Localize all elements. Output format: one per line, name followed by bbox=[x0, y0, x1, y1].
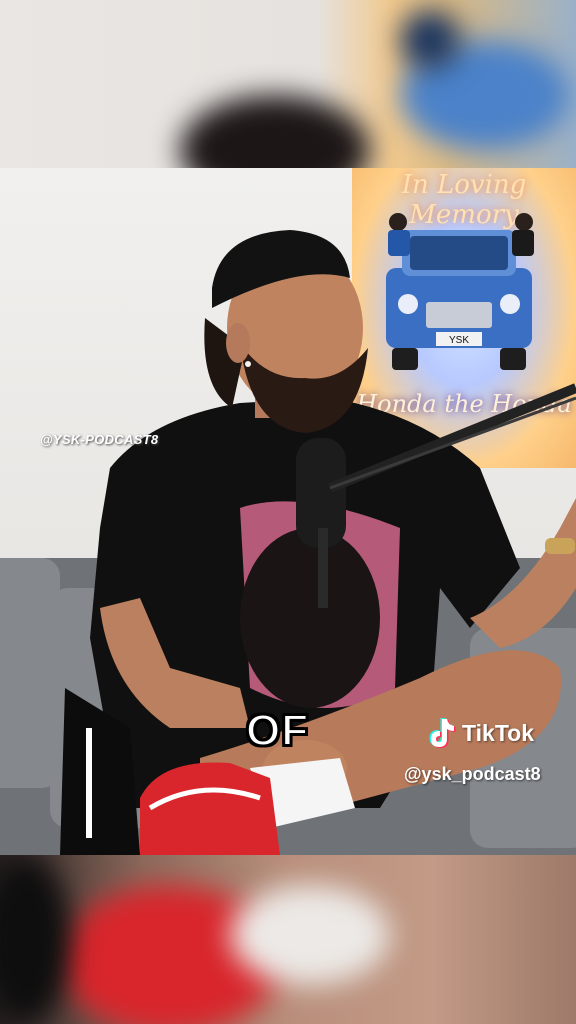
tiktok-handle: @ysk_podcast8 bbox=[404, 764, 541, 784]
blurred-shorts bbox=[0, 855, 70, 1024]
tiktok-watermark: TikTok bbox=[426, 716, 534, 750]
blurred-head bbox=[180, 95, 370, 168]
brand-watermark: @YSK-PODCAST8 bbox=[40, 432, 159, 447]
blurred-figure bbox=[400, 10, 460, 70]
blurred-sock bbox=[230, 885, 390, 985]
tiktok-logo-icon bbox=[429, 718, 456, 748]
caption-word: OF bbox=[245, 705, 310, 756]
tiktok-wordmark: TikTok bbox=[462, 719, 534, 746]
blurred-top-background bbox=[0, 0, 576, 168]
blurred-bottom-background bbox=[0, 855, 576, 1024]
